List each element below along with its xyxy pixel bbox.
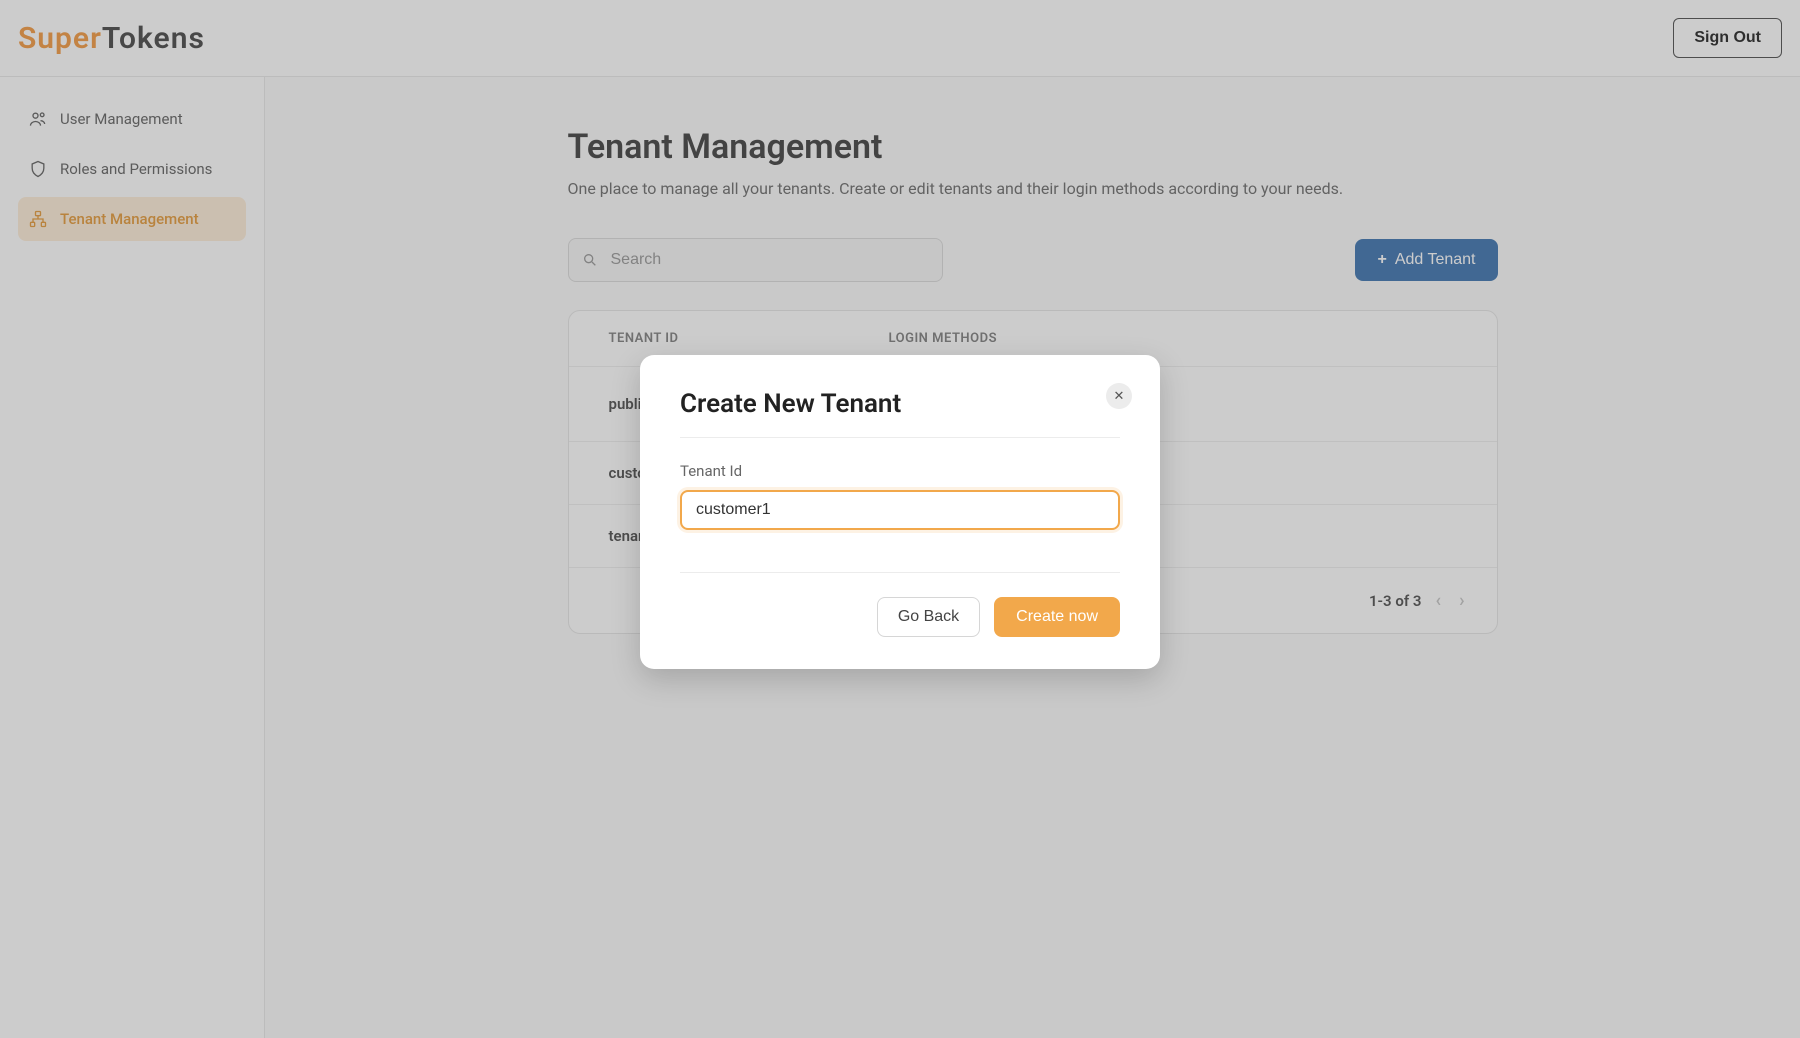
modal-overlay[interactable]: ✕ Create New Tenant Tenant Id Go Back Cr… xyxy=(0,0,1800,1038)
divider xyxy=(680,437,1120,438)
go-back-button[interactable]: Go Back xyxy=(877,597,980,637)
tenant-id-input[interactable] xyxy=(680,490,1120,530)
tenant-id-label: Tenant Id xyxy=(680,462,1120,480)
create-now-button[interactable]: Create now xyxy=(994,597,1120,637)
close-icon: ✕ xyxy=(1114,389,1125,404)
create-tenant-modal: ✕ Create New Tenant Tenant Id Go Back Cr… xyxy=(640,355,1160,669)
modal-title: Create New Tenant xyxy=(680,389,1120,419)
close-modal-button[interactable]: ✕ xyxy=(1106,383,1132,409)
